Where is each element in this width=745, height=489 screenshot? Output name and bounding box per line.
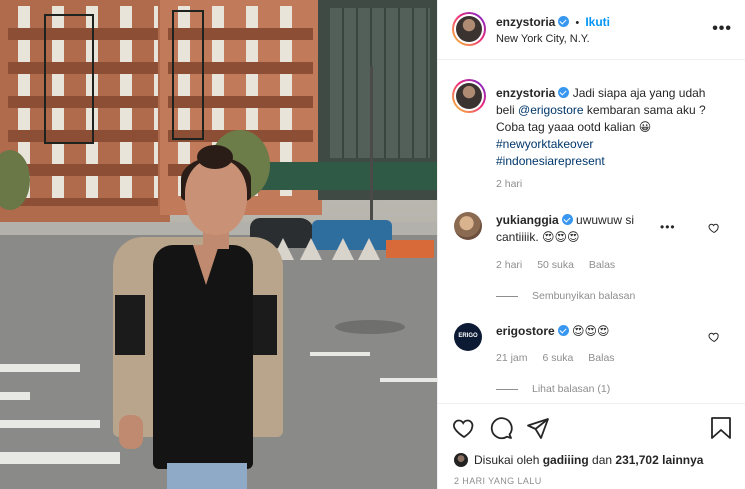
liked-by-prefix: Disukai oleh <box>474 453 543 467</box>
comment-time[interactable]: 2 hari <box>496 259 522 271</box>
hand <box>119 415 143 449</box>
post-timestamp[interactable]: 2 HARI YANG LALU <box>454 476 542 486</box>
comment-meta: 2 hari 50 suka Balas <box>496 259 627 271</box>
separator: • <box>575 17 580 29</box>
comment-likes[interactable]: 6 suka <box>542 352 573 364</box>
view-replies-button[interactable]: Lihat balasan (1) <box>496 383 610 395</box>
hide-replies-label[interactable]: Sembunyikan balasan <box>532 290 635 302</box>
crosswalk-stripe <box>0 452 120 464</box>
liker-avatar <box>454 453 468 467</box>
road-barrier <box>386 240 434 258</box>
caption-username[interactable]: enzystoria <box>496 86 555 100</box>
comment-text: 😍😍😍 <box>572 324 610 338</box>
mention-link[interactable]: @erigostore <box>518 103 584 117</box>
comments-section[interactable]: enzystoria Jadi siapa aja yang udah beli… <box>438 61 745 401</box>
comment-icon[interactable] <box>489 416 513 440</box>
jeans <box>167 463 247 489</box>
manhole <box>335 320 405 334</box>
comment-meta: 21 jam 6 suka Balas <box>496 352 627 364</box>
bookmark-icon[interactable] <box>710 416 732 440</box>
caption-time[interactable]: 2 hari <box>496 178 522 190</box>
verified-icon <box>558 16 570 27</box>
author-avatar[interactable] <box>452 12 486 46</box>
liked-by-count[interactable]: 231,702 lainnya <box>615 453 703 467</box>
post-panel: enzystoria • Ikuti New York City, N.Y. •… <box>437 0 745 489</box>
caption: enzystoria Jadi siapa aja yang udah beli… <box>496 85 726 170</box>
commenter-avatar[interactable] <box>454 212 482 240</box>
heart-icon[interactable] <box>452 416 476 440</box>
avatar-logo: ERIGO <box>458 333 478 339</box>
post-modal: enzystoria • Ikuti New York City, N.Y. •… <box>0 0 745 489</box>
fire-escape <box>44 14 94 144</box>
thread-line <box>496 295 518 297</box>
comment-username[interactable]: yukianggia <box>496 213 559 227</box>
hide-replies-button[interactable]: Sembunyikan balasan <box>496 290 635 302</box>
jacket-panel <box>115 295 145 355</box>
crosswalk-stripe <box>0 392 30 400</box>
road-marking <box>380 378 437 382</box>
crosswalk-stripe <box>0 364 80 372</box>
verified-icon <box>558 87 570 98</box>
dress <box>153 245 253 469</box>
more-icon[interactable]: ••• <box>712 20 732 38</box>
liked-by-mid: dan <box>588 453 616 467</box>
post-photo[interactable] <box>0 0 437 489</box>
action-bar: Disukai oleh gadiiing dan 231,702 lainny… <box>438 403 745 489</box>
verified-icon <box>561 214 573 225</box>
comment: erigostore 😍😍😍 <box>496 323 696 340</box>
follow-button[interactable]: Ikuti <box>585 15 610 29</box>
view-replies-label[interactable]: Lihat balasan (1) <box>532 383 610 395</box>
liked-by-user[interactable]: gadiiing <box>543 453 589 467</box>
caption-avatar[interactable] <box>452 79 486 113</box>
face <box>185 159 247 235</box>
commenter-avatar[interactable]: ERIGO <box>454 323 482 351</box>
post-header: enzystoria • Ikuti New York City, N.Y. •… <box>438 0 745 60</box>
hair-bun <box>197 145 233 169</box>
road-marking <box>310 352 370 356</box>
author-line: enzystoria • Ikuti <box>496 15 610 29</box>
reply-button[interactable]: Balas <box>589 259 615 271</box>
hashtag-link[interactable]: #newyorktakeover <box>496 137 593 151</box>
thread-line <box>496 388 518 390</box>
woman <box>105 145 285 489</box>
comment-likes[interactable]: 50 suka <box>537 259 574 271</box>
building-glass <box>330 8 430 158</box>
jeep <box>312 220 392 250</box>
reply-button[interactable]: Balas <box>588 352 614 364</box>
comment-username[interactable]: erigostore <box>496 324 555 338</box>
location-link[interactable]: New York City, N.Y. <box>496 33 590 45</box>
likes-summary[interactable]: Disukai oleh gadiiing dan 231,702 lainny… <box>454 453 703 467</box>
comment-time[interactable]: 21 jam <box>496 352 528 364</box>
author-username[interactable]: enzystoria <box>496 15 555 29</box>
fire-escape <box>172 10 204 140</box>
comment-more-icon[interactable]: ••• <box>660 220 676 234</box>
crosswalk-stripe <box>0 420 100 428</box>
hashtag-link[interactable]: #indonesiarepresent <box>496 154 605 168</box>
comment-like-icon[interactable] <box>708 222 720 234</box>
share-icon[interactable] <box>526 416 550 440</box>
verified-icon <box>557 325 569 336</box>
comment: yukianggia uwuwuw si cantiiiik. 😍😍😍 <box>496 212 676 246</box>
comment-like-icon[interactable] <box>708 331 720 343</box>
